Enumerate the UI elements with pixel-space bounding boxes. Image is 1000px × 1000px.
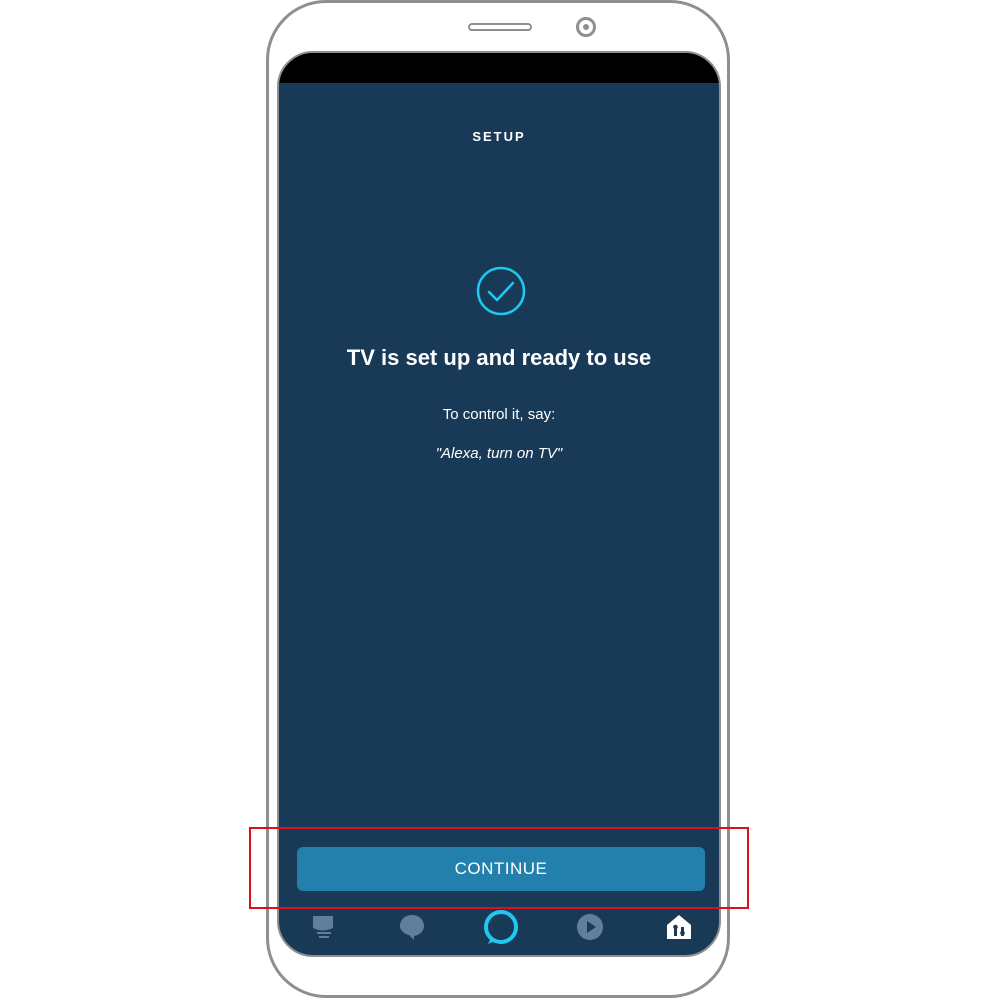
front-camera xyxy=(576,17,596,37)
page-title: TV is set up and ready to use xyxy=(346,345,652,370)
devices-icon xyxy=(667,915,691,939)
tab-communicate[interactable] xyxy=(390,907,434,947)
instruction-text: To control it, say: xyxy=(442,406,556,423)
alexa-icon xyxy=(484,910,518,944)
tab-home[interactable] xyxy=(301,907,345,947)
speaker-grille xyxy=(468,23,532,31)
tab-alexa[interactable] xyxy=(479,907,523,947)
tab-devices[interactable] xyxy=(657,907,701,947)
communicate-icon xyxy=(400,915,424,940)
play-icon xyxy=(577,914,603,940)
app-screen: SETUP TV is set up and ready to use To c… xyxy=(277,51,721,957)
checkmark-circle-icon xyxy=(476,266,526,316)
page-header-title: SETUP xyxy=(472,129,526,144)
example-phrase: "Alexa, turn on TV" xyxy=(435,445,563,462)
tab-play[interactable] xyxy=(568,907,612,947)
home-feed-icon xyxy=(313,916,333,938)
highlight-annotation-box xyxy=(249,827,749,909)
status-bar xyxy=(279,53,719,83)
